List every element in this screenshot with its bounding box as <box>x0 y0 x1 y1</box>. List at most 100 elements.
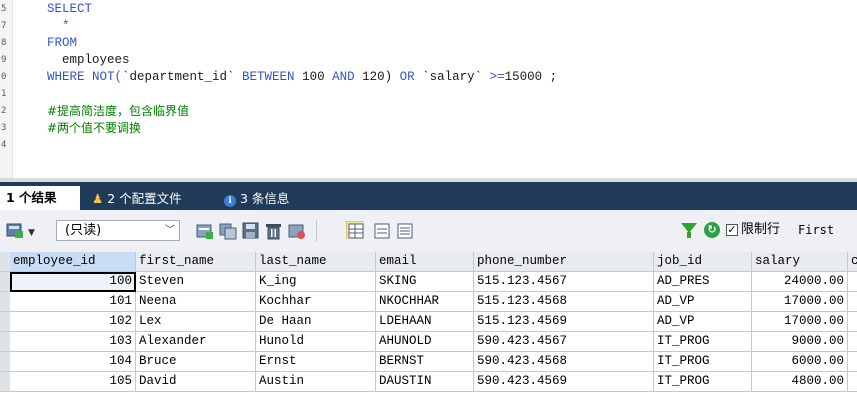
table-cell[interactable]: 9000.00 <box>752 332 848 352</box>
tab-messages[interactable]: ℹ 3 条信息 <box>218 187 316 210</box>
column-header-employee-id[interactable]: employee_id <box>10 252 136 272</box>
code-line[interactable]: SELECT <box>47 1 92 18</box>
table-cell[interactable]: AD_VP <box>654 292 752 312</box>
tab-profiles[interactable]: ♟ 2 个配置文件 <box>86 187 208 210</box>
column-header-job-id[interactable]: job_id <box>654 252 752 272</box>
table-cell[interactable]: LDEHAAN <box>376 312 474 332</box>
row-selector[interactable] <box>0 332 10 352</box>
row-selector[interactable] <box>0 372 10 392</box>
table-cell[interactable]: Ernst <box>256 352 376 372</box>
column-header-last-name[interactable]: last_name <box>256 252 376 272</box>
code-line[interactable]: #两个值不要调换 <box>47 120 141 137</box>
column-header-phone-number[interactable]: phone_number <box>474 252 654 272</box>
table-cell[interactable]: 24000.00 <box>752 272 848 292</box>
result-toolbar: ▼ (只读) ﹀ ↻ ✓ 限制行 First <box>0 210 857 253</box>
table-cell[interactable]: 590.423.4567 <box>474 332 654 352</box>
table-cell[interactable] <box>848 292 857 312</box>
table-cell[interactable]: 515.123.4568 <box>474 292 654 312</box>
duplicate-row-icon[interactable] <box>219 222 237 240</box>
row-selector[interactable] <box>0 352 10 372</box>
table-cell[interactable]: SKING <box>376 272 474 292</box>
line-number: 4 <box>1 140 7 150</box>
table-cell[interactable] <box>848 352 857 372</box>
table-cell[interactable]: David <box>136 372 256 392</box>
row-selector[interactable] <box>0 312 10 332</box>
row-selector[interactable] <box>0 292 10 312</box>
grid-view-icon[interactable] <box>346 221 364 239</box>
mode-select[interactable]: (只读) ﹀ <box>56 220 180 241</box>
code-line[interactable]: employees <box>47 52 130 69</box>
table-cell[interactable]: IT_PROG <box>654 372 752 392</box>
table-cell[interactable]: Bruce <box>136 352 256 372</box>
table-cell[interactable]: 17000.00 <box>752 292 848 312</box>
table-cell[interactable]: De Haan <box>256 312 376 332</box>
info-icon: ℹ <box>224 195 236 207</box>
table-cell[interactable]: 104 <box>10 352 136 372</box>
limit-rows-checkbox[interactable]: ✓ <box>726 224 738 236</box>
table-cell[interactable]: K_ing <box>256 272 376 292</box>
table-cell[interactable]: AD_PRES <box>654 272 752 292</box>
chevron-down-icon: ﹀ <box>165 225 175 236</box>
export-menu-button[interactable]: ▼ <box>6 222 40 240</box>
table-cell[interactable]: 101 <box>10 292 136 312</box>
table-cell[interactable]: NKOCHHAR <box>376 292 474 312</box>
code-line[interactable]: #提高简洁度，包含临界值 <box>47 103 189 120</box>
table-cell[interactable]: Hunold <box>256 332 376 352</box>
code-token: * <box>47 19 70 33</box>
table-cell[interactable]: IT_PROG <box>654 332 752 352</box>
form-view-icon[interactable] <box>373 222 391 240</box>
table-cell[interactable]: 100 <box>10 272 136 292</box>
code-line[interactable]: * <box>47 18 70 35</box>
table-cell[interactable]: AD_VP <box>654 312 752 332</box>
table-cell[interactable]: 103 <box>10 332 136 352</box>
table-cell[interactable]: DAUSTIN <box>376 372 474 392</box>
save-icon[interactable] <box>242 222 260 240</box>
table-cell[interactable]: BERNST <box>376 352 474 372</box>
table-cell[interactable]: IT_PROG <box>654 352 752 372</box>
table-cell[interactable]: Alexander <box>136 332 256 352</box>
code-line[interactable]: FROM <box>47 35 77 52</box>
table-cell[interactable]: Austin <box>256 372 376 392</box>
delete-icon[interactable] <box>265 222 283 240</box>
result-grid[interactable]: employee_id first_name last_name email phone… <box>0 252 857 408</box>
column-header-c[interactable]: c <box>848 252 857 272</box>
column-header-salary[interactable]: salary <box>752 252 848 272</box>
line-number-gutter: 5 7 8 9 0 1 2 3 4 <box>0 0 13 178</box>
table-cell[interactable] <box>848 272 857 292</box>
line-number: 1 <box>1 89 7 99</box>
discard-changes-icon[interactable] <box>288 222 306 240</box>
table-cell[interactable]: Steven <box>136 272 256 292</box>
insert-row-icon[interactable] <box>196 222 214 240</box>
refresh-icon[interactable]: ↻ <box>704 222 720 238</box>
table-cell[interactable] <box>848 312 857 332</box>
toolbar-divider <box>316 220 317 242</box>
table-cell[interactable]: 515.123.4567 <box>474 272 654 292</box>
table-cell[interactable] <box>848 332 857 352</box>
sql-editor[interactable]: 5 7 8 9 0 1 2 3 4 SELECT * FROM employees WHERE NO… <box>0 0 857 178</box>
table-cell[interactable] <box>848 372 857 392</box>
tab-results-label: 1 个结果 <box>6 190 57 205</box>
column-header-email[interactable]: email <box>376 252 474 272</box>
table-cell[interactable]: 590.423.4569 <box>474 372 654 392</box>
tab-profiles-label: 2 个配置文件 <box>107 191 182 206</box>
table-cell[interactable]: 590.423.4568 <box>474 352 654 372</box>
table-cell[interactable]: 6000.00 <box>752 352 848 372</box>
column-header-first-name[interactable]: first_name <box>136 252 256 272</box>
tab-results[interactable]: 1 个结果 <box>0 186 80 210</box>
tab-messages-label: 3 条信息 <box>240 191 290 206</box>
table-cell[interactable]: Neena <box>136 292 256 312</box>
table-cell[interactable]: Lex <box>136 312 256 332</box>
code-line[interactable]: WHERE NOT(`department_id` BETWEEN 100 AN… <box>47 69 557 86</box>
table-cell[interactable]: AHUNOLD <box>376 332 474 352</box>
table-cell[interactable]: 105 <box>10 372 136 392</box>
table-cell[interactable]: Kochhar <box>256 292 376 312</box>
export-icon: ▼ <box>6 223 35 238</box>
text-view-icon[interactable] <box>396 222 414 240</box>
table-cell[interactable]: 102 <box>10 312 136 332</box>
line-number: 5 <box>1 4 7 14</box>
code-token: `department_id` <box>122 70 235 84</box>
table-cell[interactable]: 4800.00 <box>752 372 848 392</box>
row-selector[interactable] <box>0 272 10 292</box>
table-cell[interactable]: 17000.00 <box>752 312 848 332</box>
table-cell[interactable]: 515.123.4569 <box>474 312 654 332</box>
